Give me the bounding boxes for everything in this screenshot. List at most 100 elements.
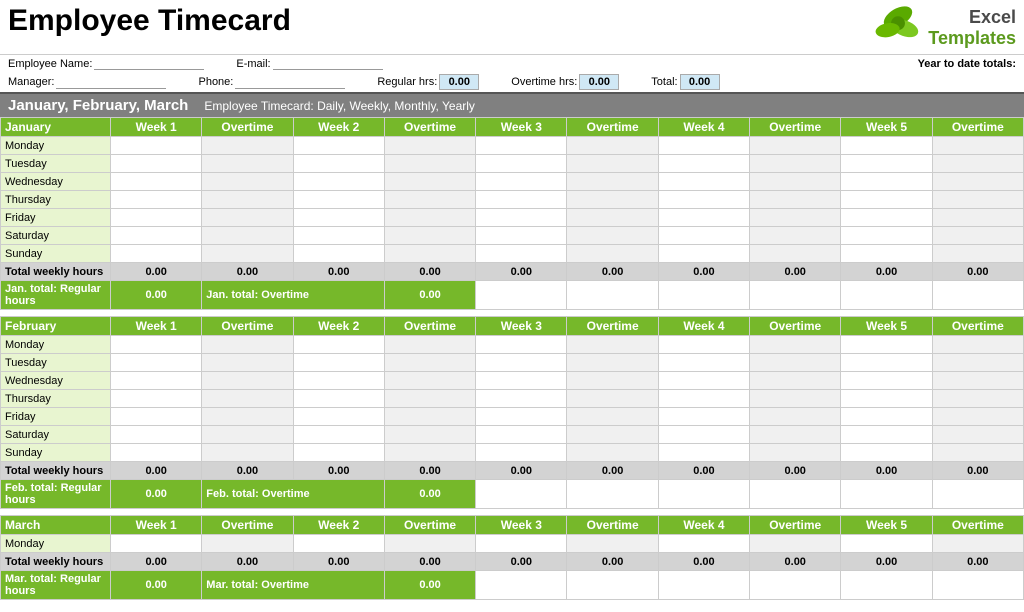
cell-0-3[interactable] <box>384 336 475 354</box>
cell-0-2[interactable] <box>293 336 384 354</box>
cell-3-5[interactable] <box>567 191 658 209</box>
cell-4-8[interactable] <box>841 209 932 227</box>
cell-6-5[interactable] <box>567 245 658 263</box>
cell-1-5[interactable] <box>567 354 658 372</box>
cell-4-5[interactable] <box>567 408 658 426</box>
cell-0-0[interactable] <box>111 336 202 354</box>
cell-1-9[interactable] <box>932 354 1023 372</box>
cell-1-1[interactable] <box>202 354 293 372</box>
cell-6-8[interactable] <box>841 245 932 263</box>
cell-6-3[interactable] <box>384 245 475 263</box>
cell-3-9[interactable] <box>932 191 1023 209</box>
cell-2-7[interactable] <box>750 173 841 191</box>
cell-0-3[interactable] <box>384 137 475 155</box>
cell-4-7[interactable] <box>750 408 841 426</box>
cell-2-4[interactable] <box>476 173 567 191</box>
cell-2-0[interactable] <box>111 372 202 390</box>
cell-3-9[interactable] <box>932 390 1023 408</box>
cell-0-1[interactable] <box>202 535 293 553</box>
cell-6-4[interactable] <box>476 444 567 462</box>
cell-4-1[interactable] <box>202 209 293 227</box>
cell-5-8[interactable] <box>841 426 932 444</box>
cell-1-2[interactable] <box>293 155 384 173</box>
cell-4-3[interactable] <box>384 209 475 227</box>
cell-3-3[interactable] <box>384 390 475 408</box>
cell-6-7[interactable] <box>750 245 841 263</box>
cell-0-7[interactable] <box>750 336 841 354</box>
cell-5-7[interactable] <box>750 426 841 444</box>
cell-1-1[interactable] <box>202 155 293 173</box>
cell-3-3[interactable] <box>384 191 475 209</box>
cell-5-1[interactable] <box>202 426 293 444</box>
cell-2-3[interactable] <box>384 372 475 390</box>
cell-2-5[interactable] <box>567 173 658 191</box>
cell-4-4[interactable] <box>476 209 567 227</box>
cell-6-4[interactable] <box>476 245 567 263</box>
cell-5-7[interactable] <box>750 227 841 245</box>
cell-0-4[interactable] <box>476 535 567 553</box>
cell-0-5[interactable] <box>567 336 658 354</box>
cell-6-9[interactable] <box>932 444 1023 462</box>
cell-0-6[interactable] <box>658 137 749 155</box>
cell-2-2[interactable] <box>293 173 384 191</box>
cell-5-1[interactable] <box>202 227 293 245</box>
cell-0-7[interactable] <box>750 535 841 553</box>
cell-4-6[interactable] <box>658 209 749 227</box>
cell-6-8[interactable] <box>841 444 932 462</box>
cell-5-0[interactable] <box>111 426 202 444</box>
cell-4-5[interactable] <box>567 209 658 227</box>
cell-1-3[interactable] <box>384 354 475 372</box>
cell-3-2[interactable] <box>293 390 384 408</box>
cell-6-2[interactable] <box>293 245 384 263</box>
cell-0-1[interactable] <box>202 137 293 155</box>
cell-1-3[interactable] <box>384 155 475 173</box>
cell-5-6[interactable] <box>658 426 749 444</box>
cell-0-8[interactable] <box>841 535 932 553</box>
cell-2-4[interactable] <box>476 372 567 390</box>
cell-4-8[interactable] <box>841 408 932 426</box>
cell-0-7[interactable] <box>750 137 841 155</box>
cell-0-3[interactable] <box>384 535 475 553</box>
cell-0-8[interactable] <box>841 137 932 155</box>
cell-6-6[interactable] <box>658 444 749 462</box>
cell-3-1[interactable] <box>202 390 293 408</box>
cell-3-5[interactable] <box>567 390 658 408</box>
cell-0-6[interactable] <box>658 336 749 354</box>
cell-4-4[interactable] <box>476 408 567 426</box>
cell-5-5[interactable] <box>567 227 658 245</box>
cell-0-5[interactable] <box>567 535 658 553</box>
cell-4-0[interactable] <box>111 209 202 227</box>
cell-6-0[interactable] <box>111 444 202 462</box>
cell-4-2[interactable] <box>293 209 384 227</box>
cell-2-6[interactable] <box>658 173 749 191</box>
email-input[interactable] <box>273 57 383 70</box>
cell-0-4[interactable] <box>476 137 567 155</box>
cell-2-8[interactable] <box>841 372 932 390</box>
cell-1-6[interactable] <box>658 155 749 173</box>
cell-6-1[interactable] <box>202 245 293 263</box>
cell-3-0[interactable] <box>111 390 202 408</box>
cell-5-6[interactable] <box>658 227 749 245</box>
cell-3-7[interactable] <box>750 390 841 408</box>
cell-3-6[interactable] <box>658 191 749 209</box>
cell-6-2[interactable] <box>293 444 384 462</box>
cell-6-9[interactable] <box>932 245 1023 263</box>
cell-4-6[interactable] <box>658 408 749 426</box>
cell-2-8[interactable] <box>841 173 932 191</box>
cell-3-1[interactable] <box>202 191 293 209</box>
manager-input[interactable] <box>56 76 166 89</box>
cell-2-2[interactable] <box>293 372 384 390</box>
cell-1-4[interactable] <box>476 354 567 372</box>
cell-0-1[interactable] <box>202 336 293 354</box>
cell-0-2[interactable] <box>293 535 384 553</box>
cell-6-1[interactable] <box>202 444 293 462</box>
employee-name-input[interactable] <box>94 57 204 70</box>
cell-1-0[interactable] <box>111 155 202 173</box>
cell-3-0[interactable] <box>111 191 202 209</box>
cell-4-0[interactable] <box>111 408 202 426</box>
cell-0-0[interactable] <box>111 137 202 155</box>
cell-2-6[interactable] <box>658 372 749 390</box>
cell-2-5[interactable] <box>567 372 658 390</box>
cell-1-0[interactable] <box>111 354 202 372</box>
cell-3-6[interactable] <box>658 390 749 408</box>
